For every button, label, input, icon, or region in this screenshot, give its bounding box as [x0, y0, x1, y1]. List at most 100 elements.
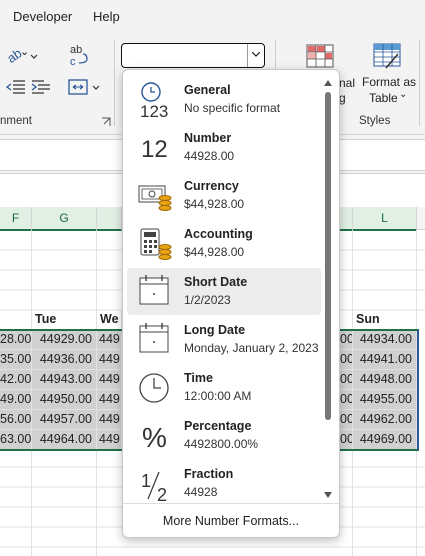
format-option-name: Fraction [184, 467, 234, 481]
format-option-percentage[interactable]: % Percentage 4492800.00% [127, 412, 321, 459]
cell-k[interactable]: 00 [338, 410, 353, 430]
dialog-launcher-icon[interactable] [101, 117, 111, 127]
cell-l[interactable]: 44969.00 [353, 430, 417, 450]
cell-h[interactable]: 449 [97, 330, 122, 350]
dropdown-scrollbar[interactable] [323, 78, 333, 503]
scroll-up-icon[interactable] [324, 80, 332, 86]
chevron-down-icon[interactable] [247, 44, 264, 67]
format-option-time[interactable]: Time 12:00:00 AM [127, 364, 321, 411]
percentage-icon: % [135, 416, 175, 456]
decrease-indent-icon[interactable] [5, 78, 27, 96]
format-option-general[interactable]: 123 General No specific format [127, 76, 321, 123]
number-format-combo[interactable] [121, 43, 265, 68]
format-option-short-date[interactable]: Short Date 1/2/2023 [127, 268, 321, 315]
cell-header-sun[interactable]: Sun [353, 310, 417, 330]
alignment-group-label: nment [0, 115, 32, 127]
cell-header-tue[interactable]: Tue [32, 310, 97, 330]
format-option-example: Monday, January 2, 2023 [184, 341, 319, 355]
column-header-f[interactable]: F [0, 207, 32, 231]
format-as-table-chevron: ⌄ [399, 89, 408, 100]
column-header-k[interactable] [338, 207, 353, 231]
conditional-formatting-icon[interactable] [305, 43, 335, 69]
format-option-fraction[interactable]: 1 2 Fraction 44928 [127, 460, 321, 507]
cell-g[interactable]: 44936.00 [32, 350, 97, 370]
cell-l[interactable]: 44934.00 [353, 330, 417, 350]
conditional-label-fragment: nal [339, 76, 356, 90]
column-header-l[interactable]: L [353, 207, 417, 231]
menu-help[interactable]: Help [93, 9, 120, 24]
format-option-name: Short Date [184, 275, 248, 289]
cell-h[interactable]: 449 [97, 350, 122, 370]
format-option-example: $44,928.00 [184, 245, 245, 259]
cell-h[interactable]: 449 [97, 390, 122, 410]
format-option-example: 4492800.00% [184, 437, 259, 451]
format-option-currency[interactable]: Currency $44,928.00 [127, 172, 321, 219]
format-option-name: General [184, 83, 231, 97]
cell-k[interactable]: 00 [338, 370, 353, 390]
long-date-calendar-icon [135, 320, 175, 360]
time-clock-icon [135, 368, 175, 408]
number-icon: 12 [135, 128, 175, 168]
cell-h[interactable]: 449 [97, 370, 122, 390]
cell-f[interactable]: 28.00 [0, 330, 32, 350]
cell-l[interactable]: 44941.00 [353, 350, 417, 370]
conditional-label-fragment-2: g [339, 91, 346, 105]
merge-center-icon[interactable] [67, 78, 103, 96]
accounting-icon [135, 224, 175, 264]
cell-l[interactable]: 44955.00 [353, 390, 417, 410]
cell-k[interactable]: 00 [338, 390, 353, 410]
cell-g[interactable]: 44957.00 [32, 410, 97, 430]
number-format-dropdown: 123 General No specific format 12 Number 4492… [122, 69, 340, 538]
format-option-name: Percentage [184, 419, 252, 433]
cell-f[interactable]: 35.00 [0, 350, 32, 370]
cell-k[interactable]: 00 [338, 330, 353, 350]
cell-f[interactable]: 63.00 [0, 430, 32, 450]
cell-g[interactable]: 44929.00 [32, 330, 97, 350]
cell-header-wed[interactable]: We [97, 310, 122, 330]
svg-text:ab: ab [70, 44, 82, 56]
format-option-number[interactable]: 12 Number 44928.00 [127, 124, 321, 171]
scroll-thumb[interactable] [325, 92, 331, 420]
short-date-calendar-icon [135, 272, 175, 312]
wrap-text-icon[interactable]: ab c [67, 42, 91, 70]
format-option-name: Long Date [184, 323, 246, 337]
menu-developer[interactable]: Developer [13, 9, 72, 24]
format-as-table-icon[interactable] [372, 42, 404, 70]
menu-bar: Developer Help [0, 0, 425, 34]
format-option-name: Currency [184, 179, 239, 193]
cell-k[interactable]: 00 [338, 350, 353, 370]
cell-g[interactable]: 44943.00 [32, 370, 97, 390]
format-option-example: 44928.00 [184, 149, 235, 163]
svg-text:12: 12 [141, 136, 168, 163]
increase-indent-icon[interactable] [30, 78, 52, 96]
cell-g[interactable]: 44950.00 [32, 390, 97, 410]
format-option-example: 44928 [184, 485, 218, 499]
cell-h[interactable]: 449 [97, 410, 122, 430]
format-option-example: $44,928.00 [184, 197, 245, 211]
format-option-name: Time [184, 371, 213, 385]
cell-l[interactable]: 44948.00 [353, 370, 417, 390]
cell-f[interactable]: 56.00 [0, 410, 32, 430]
currency-icon [135, 176, 175, 216]
column-header-h[interactable] [97, 207, 122, 231]
format-as-table-label-1[interactable]: Format as [362, 75, 416, 89]
column-header-m[interactable] [417, 207, 425, 230]
orientation-chevron: ⌄ [20, 46, 30, 58]
general-clock-icon: 123 [135, 80, 175, 121]
format-option-accounting[interactable]: Accounting $44,928.00 [127, 220, 321, 267]
svg-text:%: % [142, 422, 167, 453]
scroll-down-icon[interactable] [324, 492, 332, 498]
format-option-long-date[interactable]: Long Date Monday, January 2, 2023 [127, 316, 321, 363]
format-option-example: 1/2/2023 [184, 293, 231, 307]
cell-l[interactable]: 44962.00 [353, 410, 417, 430]
format-as-table-label-2[interactable]: Table [369, 91, 398, 105]
cell-h[interactable]: 449 [97, 430, 122, 450]
more-number-formats-link[interactable]: More Number Formats... [123, 503, 339, 538]
format-option-example: 12:00:00 AM [184, 389, 252, 403]
cell-f[interactable]: 49.00 [0, 390, 32, 410]
cell-k[interactable]: 00 [338, 430, 353, 450]
cell-f[interactable]: 42.00 [0, 370, 32, 390]
svg-text:123: 123 [140, 102, 168, 120]
column-header-g[interactable]: G [32, 207, 97, 231]
cell-g[interactable]: 44964.00 [32, 430, 97, 450]
